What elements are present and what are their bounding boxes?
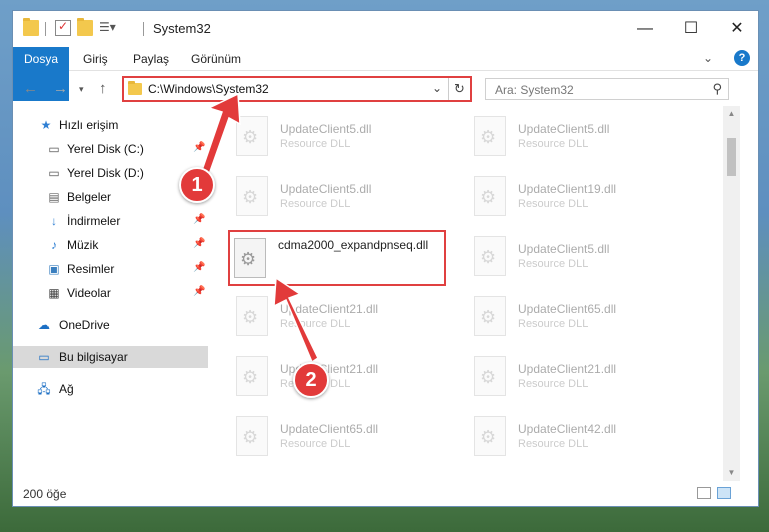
annotation-arrows (199, 92, 319, 364)
arrow-to-address-bar (199, 92, 241, 182)
callout-step-2: 2 (293, 362, 329, 398)
arrow-to-file (273, 276, 319, 364)
callout-step-1: 1 (179, 167, 215, 203)
